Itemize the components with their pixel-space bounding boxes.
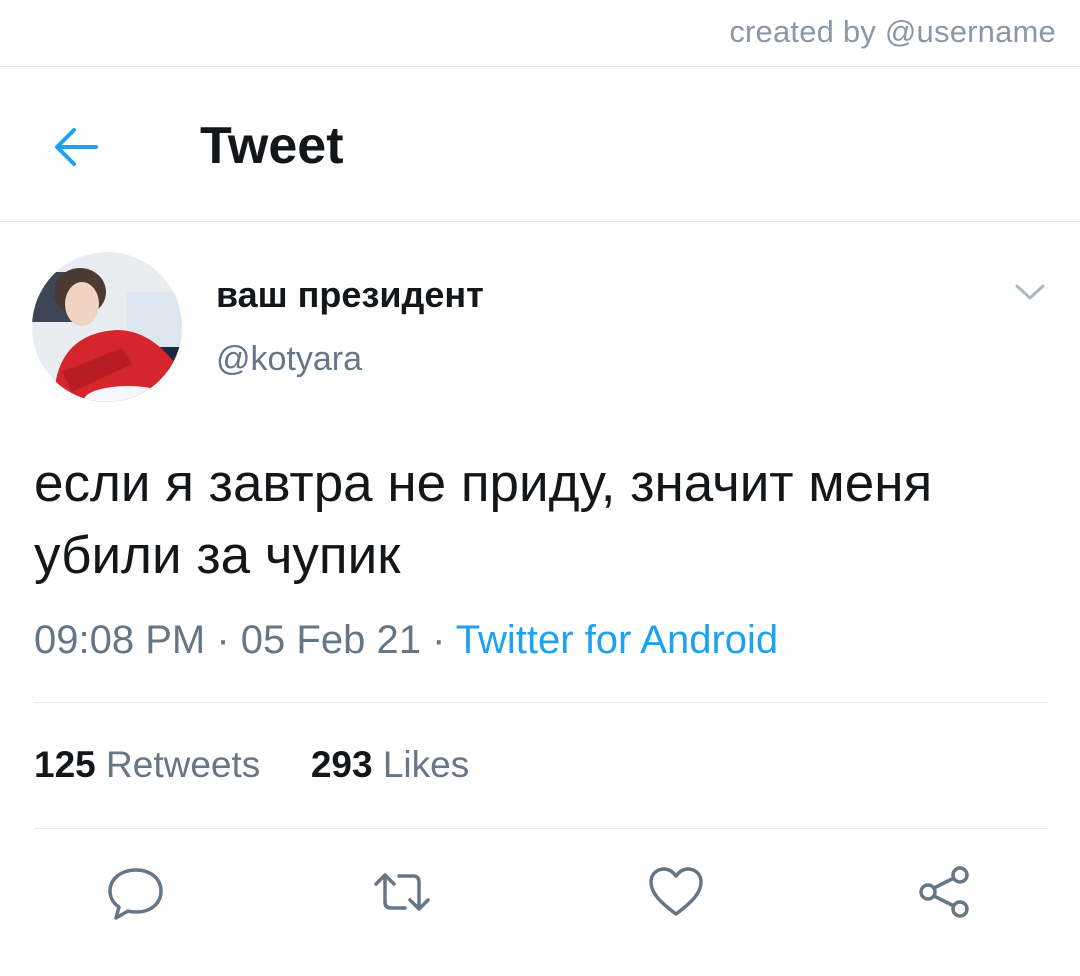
user-handle[interactable]: @kotyara <box>216 340 362 379</box>
tweet-time: 09:08 PM <box>34 618 206 662</box>
likes-count: 293 <box>310 744 373 785</box>
retweets-count: 125 <box>34 744 96 785</box>
tweet-meta: 09:08 PM · 05 Feb 21 · Twitter for Andro… <box>34 618 778 663</box>
arrow-left-icon <box>55 128 98 166</box>
share-icon <box>919 866 969 918</box>
divider <box>34 828 1048 829</box>
more-options-button[interactable] <box>1014 280 1046 304</box>
display-name[interactable]: ваш президент <box>216 274 484 316</box>
divider <box>0 66 1080 67</box>
tweet-source-link[interactable]: Twitter for Android <box>456 618 778 662</box>
retweet-icon <box>374 873 430 911</box>
share-button[interactable] <box>914 862 974 922</box>
retweet-button[interactable] <box>372 862 432 922</box>
retweets-stat[interactable]: 125 Retweets <box>34 744 271 785</box>
tweet-stats: 125 Retweets 293 Likes <box>34 744 469 786</box>
like-button[interactable] <box>646 862 706 922</box>
page-title: Tweet <box>200 117 344 175</box>
likes-label: Likes <box>382 744 470 785</box>
watermark: created by @username <box>729 14 1056 49</box>
tweet-text: если я завтра не приду, значит меня убил… <box>34 454 933 585</box>
divider <box>0 221 1080 222</box>
avatar[interactable] <box>32 252 182 402</box>
likes-stat[interactable]: 293 Likes <box>311 744 469 785</box>
tweet-date: 05 Feb 21 <box>240 618 421 662</box>
retweets-label: Retweets <box>106 744 261 785</box>
back-button[interactable] <box>50 122 104 172</box>
divider <box>34 702 1048 703</box>
profile-photo <box>32 252 182 402</box>
meta-separator: · <box>432 618 446 662</box>
meta-separator: · <box>216 618 230 662</box>
like-icon <box>649 867 703 916</box>
reply-button[interactable] <box>106 862 166 922</box>
chevron-down-icon <box>1015 284 1045 300</box>
reply-icon <box>108 868 163 920</box>
